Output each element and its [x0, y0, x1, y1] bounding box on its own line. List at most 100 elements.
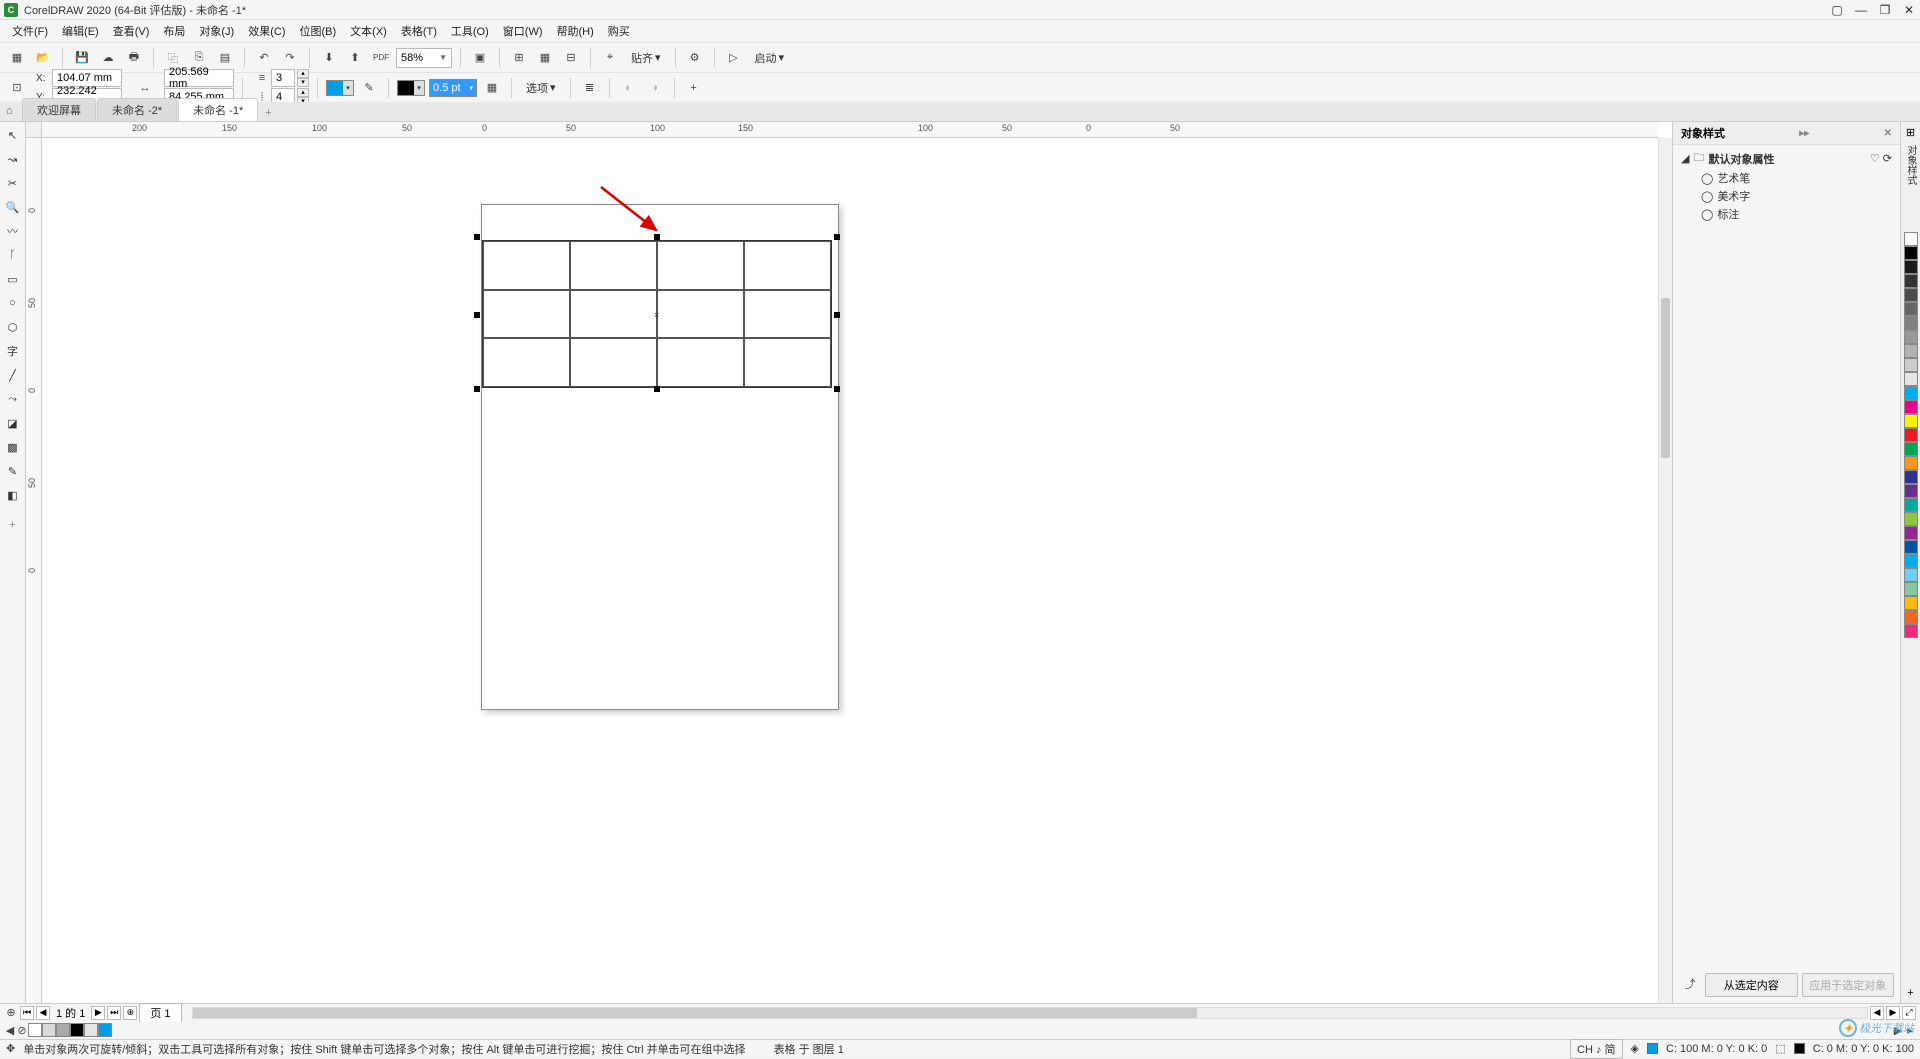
snap-icon[interactable]: ⌖: [599, 47, 621, 69]
sel-handle-se[interactable]: [834, 386, 840, 392]
add-page-after-icon[interactable]: ⊕: [123, 1006, 137, 1020]
palette-color[interactable]: [1904, 372, 1918, 386]
polygon-tool-icon[interactable]: ⬡: [2, 316, 24, 338]
import-icon[interactable]: ⬇: [318, 47, 340, 69]
menu-tools[interactable]: 工具(O): [445, 21, 495, 41]
palette-color[interactable]: [1904, 302, 1918, 316]
ime-indicator[interactable]: CH ♪ 简: [1570, 1039, 1623, 1059]
print-icon[interactable]: 🖶: [123, 47, 145, 69]
menu-bitmap[interactable]: 位图(B): [294, 21, 343, 41]
fullscreen-icon[interactable]: ▣: [469, 47, 491, 69]
docker-add-icon[interactable]: +: [1903, 983, 1917, 1003]
outline-swatch[interactable]: [1794, 1043, 1805, 1054]
rows-up[interactable]: ▴: [297, 69, 309, 78]
palette-color[interactable]: [1904, 554, 1918, 568]
outline-indicator-icon[interactable]: ⬚: [1775, 1042, 1785, 1055]
palette-color[interactable]: [1904, 624, 1918, 638]
page-tab[interactable]: 页 1: [139, 1003, 181, 1022]
palette-color[interactable]: [1904, 274, 1918, 288]
palette-color[interactable]: [1904, 428, 1918, 442]
snap-dropdown[interactable]: 贴齐 ▾: [625, 48, 667, 68]
outline-color-swatch[interactable]: ▾: [397, 80, 425, 96]
open-icon[interactable]: 📂: [32, 47, 54, 69]
options-dropdown[interactable]: 选项 ▾: [520, 78, 562, 98]
cloud-icon[interactable]: ☁: [97, 47, 119, 69]
connector-icon[interactable]: ⤳: [2, 388, 24, 410]
fill-color-swatch[interactable]: ▾: [326, 80, 354, 96]
rows-down[interactable]: ▾: [297, 78, 309, 87]
export-icon[interactable]: ⬆: [344, 47, 366, 69]
docker-tab-styles[interactable]: 对象样式: [1901, 139, 1920, 191]
tree-root[interactable]: 默认对象属性: [1708, 151, 1774, 167]
new-doc-icon[interactable]: ▦: [6, 47, 28, 69]
launch-icon[interactable]: ▷: [723, 47, 745, 69]
rectangle-tool-icon[interactable]: ▭: [2, 268, 24, 290]
palette-color[interactable]: [1904, 260, 1918, 274]
add-page-icon[interactable]: ⊕: [4, 1006, 18, 1020]
new-style-icon[interactable]: ⤴: [1679, 973, 1701, 995]
palette-color[interactable]: [1904, 344, 1918, 358]
horizontal-ruler[interactable]: 200 150 100 50 0 50 100 150 100 50 0 50: [42, 122, 1658, 138]
menu-effects[interactable]: 效果(C): [242, 21, 291, 41]
pick-tool-icon[interactable]: ↖: [2, 124, 24, 146]
no-color-icon[interactable]: ⊘: [16, 1019, 28, 1041]
docker-expand-icon[interactable]: ⊞: [1906, 126, 1915, 139]
menu-layout[interactable]: 布局: [157, 21, 191, 41]
doc-palette-color[interactable]: [56, 1023, 70, 1037]
rulers-icon[interactable]: ⊞: [508, 47, 530, 69]
menu-help[interactable]: 帮助(H): [551, 21, 600, 41]
redo-icon[interactable]: ↷: [279, 47, 301, 69]
launch-dropdown[interactable]: 启动 ▾: [749, 48, 791, 68]
fill-tool-icon[interactable]: ◧: [2, 484, 24, 506]
palette-color[interactable]: [1904, 400, 1918, 414]
sel-handle-n[interactable]: [654, 234, 660, 240]
canvas[interactable]: 200 150 100 50 0 50 100 150 100 50 0 50 …: [26, 122, 1672, 1003]
grid-icon[interactable]: ▦: [534, 47, 556, 69]
palette-color[interactable]: [1904, 442, 1918, 456]
palette-color[interactable]: [1904, 232, 1918, 246]
zoom-input[interactable]: 58%▼: [396, 48, 452, 68]
rows-input[interactable]: 3: [271, 69, 295, 87]
scroll-left-icon[interactable]: ◀: [1870, 1006, 1884, 1020]
add-tab-icon[interactable]: +: [259, 105, 277, 121]
cols-up[interactable]: ▴: [297, 88, 309, 97]
tree-item-artistic[interactable]: 美术字: [1717, 188, 1750, 204]
styles-tree[interactable]: ◢🗀默认对象属性♡ ⟳ ◯艺术笔 ◯美术字 ◯标注: [1673, 145, 1900, 226]
doc-palette-color[interactable]: [84, 1023, 98, 1037]
palette-left-icon[interactable]: ◀: [4, 1019, 16, 1041]
vertical-scrollbar[interactable]: [1658, 138, 1672, 1003]
save-icon[interactable]: 💾: [71, 47, 93, 69]
first-page-icon[interactable]: ⏮: [20, 1006, 34, 1020]
palette-color[interactable]: [1904, 526, 1918, 540]
sel-handle-nw[interactable]: [474, 234, 480, 240]
pdf-icon[interactable]: PDF: [370, 47, 392, 69]
palette-color[interactable]: [1904, 582, 1918, 596]
text-tool-icon[interactable]: 字: [2, 340, 24, 362]
palette-color[interactable]: [1904, 358, 1918, 372]
doc-icon[interactable]: ▢: [1830, 3, 1844, 17]
menu-window[interactable]: 窗口(W): [497, 21, 549, 41]
ruler-corner[interactable]: [26, 122, 42, 138]
menu-buy[interactable]: 购买: [602, 21, 636, 41]
minimize-icon[interactable]: —: [1854, 3, 1868, 17]
doc-palette-color[interactable]: [42, 1023, 56, 1037]
tab-welcome[interactable]: 欢迎屏幕: [22, 98, 96, 121]
artistic-media-icon[interactable]: ᚴ: [2, 244, 24, 266]
width-input[interactable]: 205.569 mm: [164, 69, 234, 87]
palette-color[interactable]: [1904, 498, 1918, 512]
palette-color[interactable]: [1904, 330, 1918, 344]
add-preset-icon[interactable]: +: [683, 77, 705, 99]
nav-expand-icon[interactable]: ⤢: [1902, 1006, 1916, 1020]
menu-object[interactable]: 对象(J): [193, 21, 240, 41]
tree-item-art[interactable]: 艺术笔: [1717, 170, 1750, 186]
add-tool-icon[interactable]: +: [2, 514, 24, 536]
palette-color[interactable]: [1904, 596, 1918, 610]
ellipse-tool-icon[interactable]: ○: [2, 292, 24, 314]
palette-color[interactable]: [1904, 456, 1918, 470]
sel-handle-sw[interactable]: [474, 386, 480, 392]
palette-color[interactable]: [1904, 288, 1918, 302]
eyedropper-icon[interactable]: ✎: [2, 460, 24, 482]
maximize-icon[interactable]: ❐: [1878, 3, 1892, 17]
tab-doc1[interactable]: 未命名 -1*: [178, 98, 258, 121]
transparency-icon[interactable]: ▩: [2, 436, 24, 458]
